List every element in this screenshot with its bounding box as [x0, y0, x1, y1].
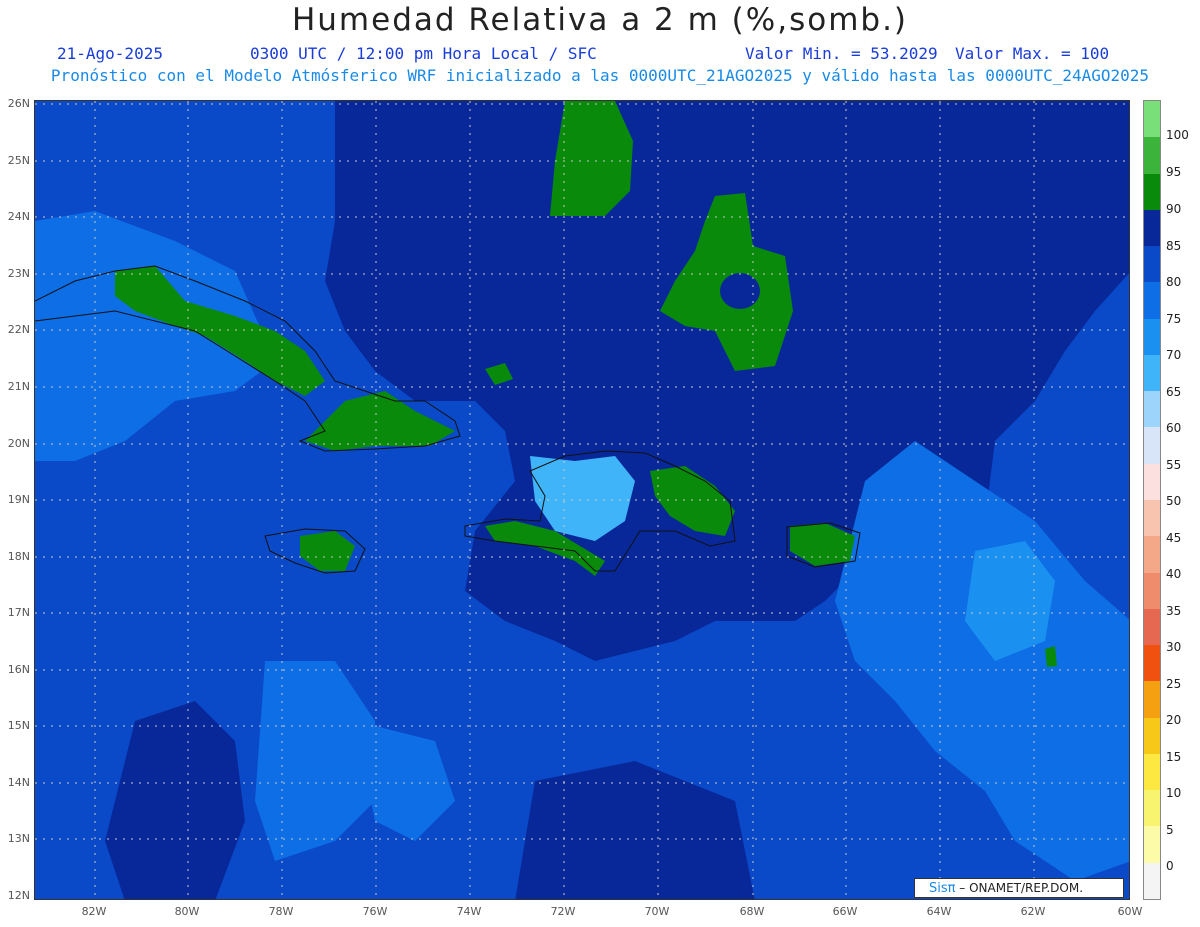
- lat-label-20n: 20N: [7, 437, 30, 450]
- colorbar-label: 30: [1166, 640, 1182, 654]
- lat-label-22n: 22N: [7, 323, 30, 336]
- lon-label-80w: 80W: [174, 905, 200, 918]
- colorbar-swatch: [1144, 282, 1160, 320]
- colorbar-label: 75: [1166, 312, 1182, 326]
- credit-box: Sisπ – ONAMET/REP.DOM.: [914, 878, 1124, 898]
- model-subtitle: Pronóstico con el Modelo Atmósferico WRF…: [50, 66, 1150, 85]
- colorbar-label: 60: [1166, 421, 1182, 435]
- colorbar-label: 55: [1166, 458, 1182, 472]
- colorbar-swatch: [1144, 137, 1160, 175]
- colorbar-label: 35: [1166, 604, 1182, 618]
- colorbar-swatch: [1144, 862, 1160, 900]
- min-value: Valor Min. = 53.2029: [745, 44, 938, 63]
- colorbar-swatch: [1144, 391, 1160, 428]
- lon-label-62w: 62W: [1020, 905, 1046, 918]
- forecast-time: 0300 UTC / 12:00 pm Hora Local / SFC: [250, 44, 597, 63]
- colorbar-label: 15: [1166, 750, 1182, 764]
- colorbar-label: 10: [1166, 786, 1182, 800]
- lat-label-17n: 17N: [7, 606, 30, 619]
- colorbar-label: 0: [1166, 859, 1174, 873]
- lat-label-19n: 19N: [7, 493, 30, 506]
- lat-label-12n: 12N: [7, 889, 30, 902]
- colorbar-label: 25: [1166, 677, 1182, 691]
- colorbar-label: 90: [1166, 202, 1182, 216]
- field-85-hole-ne: [720, 273, 760, 309]
- colorbar-label: 65: [1166, 385, 1182, 399]
- lat-label-25n: 25N: [7, 154, 30, 167]
- colorbar-swatch: [1144, 753, 1160, 791]
- map-area: [34, 100, 1130, 900]
- lat-label-15n: 15N: [7, 719, 30, 732]
- lon-label-82w: 82W: [81, 905, 107, 918]
- lon-label-64w: 64W: [926, 905, 952, 918]
- lat-label-13n: 13N: [7, 832, 30, 845]
- lon-label-60w: 60W: [1117, 905, 1143, 918]
- colorbar-swatch: [1144, 427, 1160, 465]
- lat-label-21n: 21N: [7, 380, 30, 393]
- lon-label-76w: 76W: [362, 905, 388, 918]
- colorbar-label: 45: [1166, 531, 1182, 545]
- credit-text: – ONAMET/REP.DOM.: [959, 881, 1084, 895]
- field-90-95-antilles: [1045, 646, 1057, 667]
- colorbar-swatch: [1144, 717, 1160, 755]
- lon-label-68w: 68W: [739, 905, 765, 918]
- colorbar-swatch: [1144, 463, 1160, 501]
- colorbar-swatch: [1144, 608, 1160, 646]
- colorbar-swatch: [1144, 354, 1160, 392]
- colorbar-label: 95: [1166, 165, 1182, 179]
- colorbar-label: 40: [1166, 567, 1182, 581]
- lat-label-24n: 24N: [7, 210, 30, 223]
- colorbar-label: 70: [1166, 348, 1182, 362]
- colorbar: [1143, 100, 1161, 900]
- colorbar-swatch: [1144, 173, 1160, 211]
- lat-label-16n: 16N: [7, 663, 30, 676]
- colorbar-swatch: [1144, 572, 1160, 610]
- sispi-logo: Sisπ: [929, 881, 956, 896]
- colorbar-swatch: [1144, 500, 1160, 537]
- colorbar-swatch: [1144, 681, 1160, 719]
- colorbar-swatch: [1144, 101, 1160, 138]
- colorbar-label: 80: [1166, 275, 1182, 289]
- forecast-date: 21-Ago-2025: [57, 44, 163, 63]
- colorbar-swatch: [1144, 209, 1160, 247]
- lat-label-23n: 23N: [7, 267, 30, 280]
- colorbar-label: 85: [1166, 239, 1182, 253]
- lon-label-74w: 74W: [456, 905, 482, 918]
- colorbar-label: 100: [1166, 128, 1189, 142]
- colorbar-swatch: [1144, 826, 1160, 864]
- lat-label-14n: 14N: [7, 776, 30, 789]
- lon-label-70w: 70W: [644, 905, 670, 918]
- lat-label-26n: 26N: [7, 97, 30, 110]
- colorbar-swatch: [1144, 790, 1160, 827]
- map-title: Humedad Relativa a 2 m (%,somb.): [291, 2, 909, 38]
- colorbar-swatch: [1144, 536, 1160, 574]
- lon-label-78w: 78W: [268, 905, 294, 918]
- max-value: Valor Max. = 100: [955, 44, 1110, 63]
- lat-label-18n: 18N: [7, 550, 30, 563]
- field-90-95-north: [550, 101, 633, 216]
- colorbar-swatch: [1144, 318, 1160, 356]
- colorbar-label: 50: [1166, 494, 1182, 508]
- lon-label-66w: 66W: [832, 905, 858, 918]
- humidity-map: [35, 101, 1129, 899]
- lon-label-72w: 72W: [550, 905, 576, 918]
- colorbar-swatch: [1144, 645, 1160, 682]
- colorbar-label: 20: [1166, 713, 1182, 727]
- colorbar-swatch: [1144, 246, 1160, 283]
- colorbar-label: 5: [1166, 823, 1174, 837]
